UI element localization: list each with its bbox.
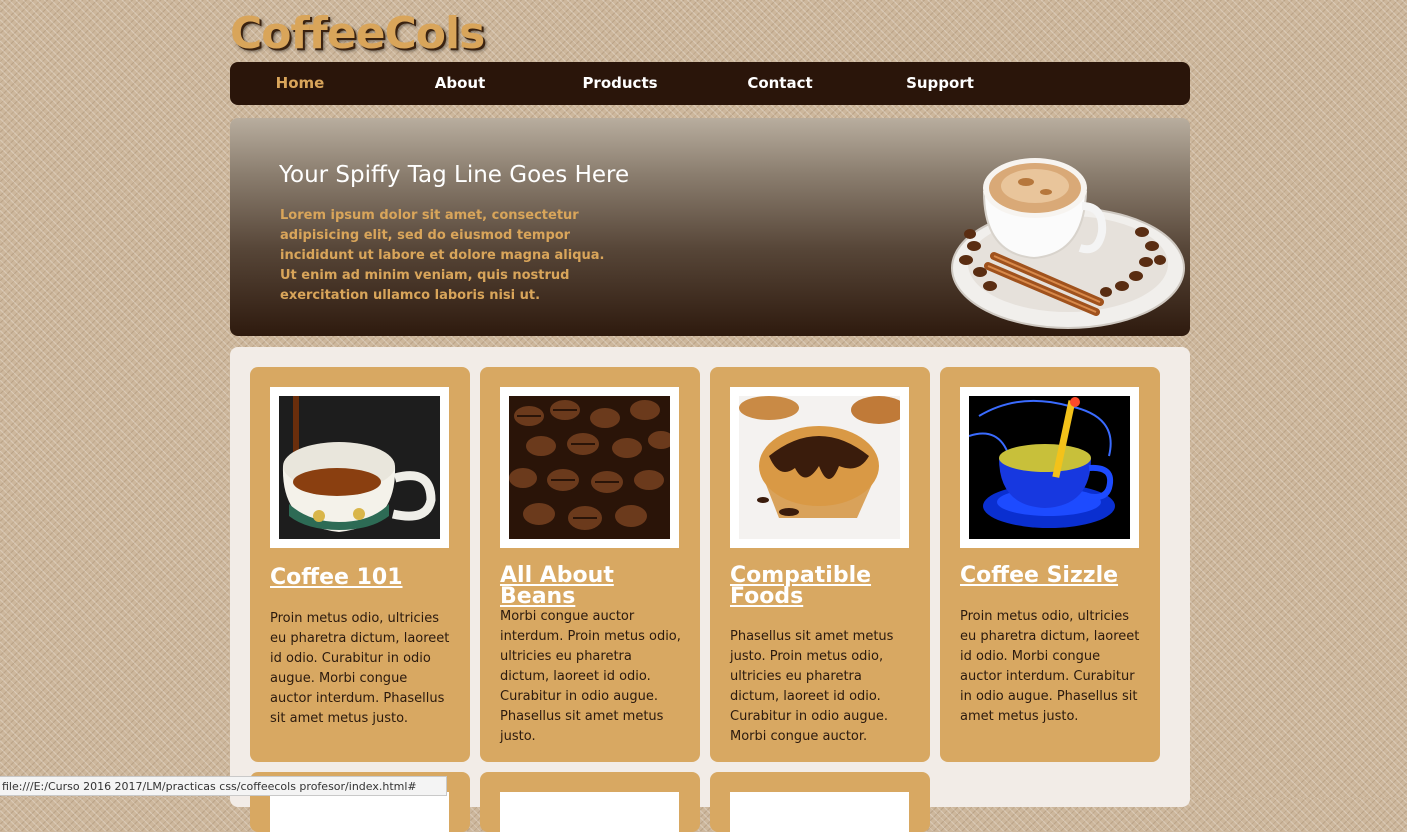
coffee-pour-image [279,396,440,539]
hero-text: Lorem ipsum dolor sit amet, consectetur … [280,208,605,303]
site-logo[interactable]: CoffeeCols [230,6,485,62]
image-frame [270,792,449,832]
muffin-image [739,396,900,539]
image-frame [500,387,679,548]
blue-cup-image [969,396,1130,539]
browser-status-bar: file:///E:/Curso 2016 2017/LM/practicas … [0,776,447,796]
card-text: Phasellus sit amet metus justo. Proin me… [730,629,894,744]
image-frame [270,387,449,548]
card-title-link[interactable]: Coffee Sizzle [960,565,1145,587]
feature-card: Coffee Sizzle Proin metus odio, ultricie… [940,367,1160,762]
nav-item-about[interactable]: About [380,62,540,105]
nav-item-contact[interactable]: Contact [700,62,860,105]
card-text: Morbi congue auctor interdum. Proin metu… [500,609,681,744]
image-frame [960,387,1139,548]
feature-card [480,772,700,832]
nav-item-products[interactable]: Products [540,62,700,105]
coffee-beans-image [509,396,670,539]
card-text: Proin metus odio, ultricies eu pharetra … [270,611,450,726]
image-frame [730,387,909,548]
nav-item-support[interactable]: Support [860,62,1020,105]
image-frame [730,792,909,832]
hero-tagline: Your Spiffy Tag Line Goes Here [279,162,630,188]
card-text: Proin metus odio, ultricies eu pharetra … [960,609,1140,724]
hero-banner: Your Spiffy Tag Line Goes Here Lorem ips… [230,118,1190,336]
content-area: Coffee 101 Proin metus odio, ultricies e… [230,347,1190,832]
cappuccino-image [951,158,1185,329]
main-nav: Home About Products Contact Support [230,62,1190,105]
feature-card: All About Beans Morbi congue auctor inte… [480,367,700,762]
image-frame [500,792,679,832]
nav-item-home[interactable]: Home [220,62,380,105]
feature-card: Compatible Foods Phasellus sit amet metu… [710,367,930,762]
card-title-link[interactable]: Coffee 101 [270,567,455,589]
feature-card: Coffee 101 Proin metus odio, ultricies e… [250,367,470,762]
card-title-link[interactable]: Compatible Foods [730,565,915,608]
card-title-link[interactable]: All About Beans [500,565,685,608]
feature-card [710,772,930,832]
